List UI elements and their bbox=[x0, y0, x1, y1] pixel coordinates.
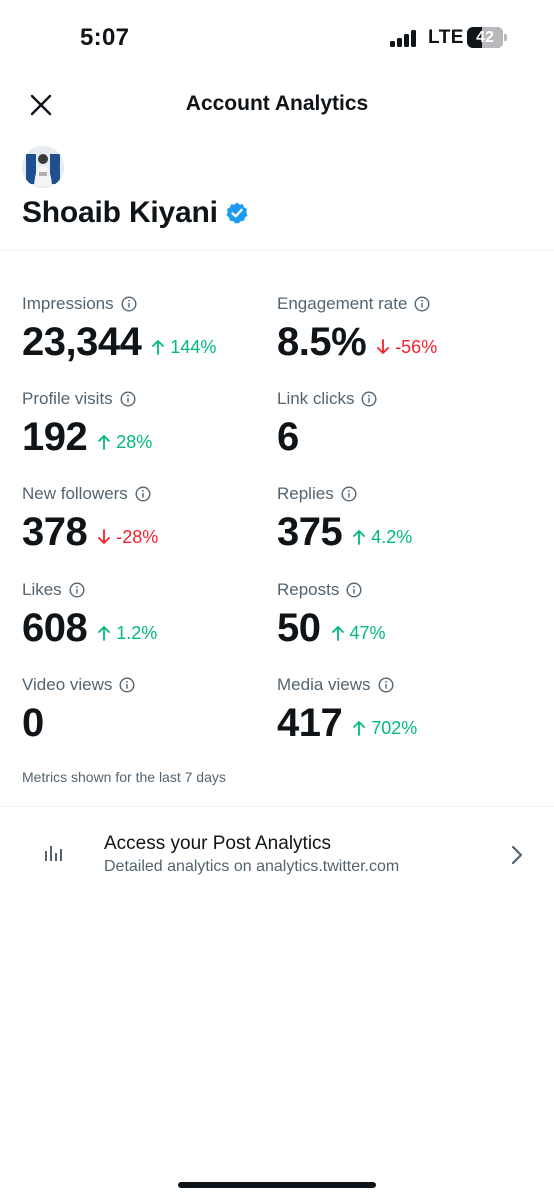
metric-label: Reposts bbox=[277, 580, 340, 599]
arrow-up-icon bbox=[98, 435, 111, 450]
verified-badge-icon bbox=[226, 202, 248, 224]
metric-new-followers: New followers 378 -28% bbox=[22, 482, 272, 572]
metric-change: 1.2% bbox=[97, 623, 157, 644]
info-icon[interactable] bbox=[414, 296, 430, 312]
metric-label: Profile visits bbox=[22, 389, 113, 408]
metric-reposts: Reposts 50 47% bbox=[277, 578, 527, 668]
metric-replies: Replies 375 4.2% bbox=[277, 482, 527, 572]
metric-change: 47% bbox=[331, 623, 386, 644]
metric-value: 192 bbox=[22, 415, 88, 459]
metric-change-value: 1.2% bbox=[116, 622, 158, 643]
metric-change-value: -28% bbox=[116, 526, 159, 547]
metric-change-value: 4.2% bbox=[371, 526, 413, 547]
info-icon[interactable] bbox=[346, 582, 362, 598]
metric-value: 0 bbox=[22, 701, 44, 745]
metric-change-value: 47% bbox=[349, 622, 386, 643]
metric-change: 28% bbox=[97, 432, 152, 453]
metric-label: Link clicks bbox=[277, 389, 355, 408]
arrow-up-icon bbox=[353, 530, 366, 545]
metric-value: 6 bbox=[277, 415, 299, 459]
arrow-down-icon bbox=[377, 339, 390, 354]
metric-media-views: Media views 417 702% bbox=[277, 673, 527, 763]
metric-value: 375 bbox=[277, 510, 343, 554]
metric-value: 8.5% bbox=[277, 320, 367, 364]
metric-label: Likes bbox=[22, 580, 62, 599]
post-analytics-title: Access your Post Analytics bbox=[104, 833, 332, 854]
profile-header: Shoaib Kiyani bbox=[22, 146, 532, 230]
nav-bar: Account Analytics bbox=[0, 76, 554, 134]
info-icon[interactable] bbox=[341, 486, 357, 502]
battery-icon: 42 bbox=[467, 27, 507, 48]
profile-name: Shoaib Kiyani bbox=[22, 196, 218, 229]
avatar[interactable] bbox=[22, 146, 64, 188]
metric-value: 378 bbox=[22, 510, 88, 554]
metrics-note: Metrics shown for the last 7 days bbox=[22, 769, 226, 785]
info-icon[interactable] bbox=[135, 486, 151, 502]
status-time: 5:07 bbox=[80, 24, 130, 51]
metric-label: Impressions bbox=[22, 294, 114, 313]
post-analytics-link[interactable]: Access your Post Analytics Detailed anal… bbox=[0, 808, 554, 900]
metric-link-clicks: Link clicks 6 bbox=[277, 387, 527, 477]
info-icon[interactable] bbox=[119, 677, 135, 693]
metric-label: Video views bbox=[22, 675, 113, 694]
battery-percent: 42 bbox=[476, 29, 494, 46]
metric-label: Media views bbox=[277, 675, 371, 694]
signal-strength-icon bbox=[390, 29, 420, 47]
network-type: LTE bbox=[428, 27, 464, 48]
metric-profile-visits: Profile visits 192 28% bbox=[22, 387, 272, 477]
metric-change-value: 144% bbox=[170, 336, 217, 357]
metric-value: 608 bbox=[22, 606, 88, 650]
metric-label: Engagement rate bbox=[277, 294, 408, 313]
home-indicator bbox=[178, 1182, 376, 1188]
arrow-up-icon bbox=[152, 340, 165, 355]
metric-change: 144% bbox=[151, 337, 216, 358]
metric-engagement-rate: Engagement rate 8.5% -56% bbox=[277, 292, 527, 382]
bar-chart-icon bbox=[45, 846, 62, 861]
chevron-right-icon bbox=[511, 845, 523, 865]
metric-label: New followers bbox=[22, 484, 128, 503]
metric-change: 702% bbox=[352, 718, 417, 739]
metric-value: 50 bbox=[277, 606, 321, 650]
metric-label: Replies bbox=[277, 484, 334, 503]
metric-change-value: 28% bbox=[116, 431, 153, 452]
metric-change-value: -56% bbox=[395, 336, 438, 357]
metric-change: -56% bbox=[376, 337, 437, 358]
metric-value: 23,344 bbox=[22, 320, 142, 364]
info-icon[interactable] bbox=[121, 296, 137, 312]
info-icon[interactable] bbox=[120, 391, 136, 407]
metric-change: 4.2% bbox=[352, 527, 412, 548]
arrow-up-icon bbox=[331, 626, 344, 641]
section-divider bbox=[0, 806, 554, 807]
arrow-down-icon bbox=[98, 529, 111, 544]
metric-video-views: Video views 0 bbox=[22, 673, 272, 763]
page-title: Account Analytics bbox=[185, 92, 369, 115]
status-bar: 5:07 LTE 42 bbox=[0, 0, 554, 76]
arrow-up-icon bbox=[98, 626, 111, 641]
info-icon[interactable] bbox=[378, 677, 394, 693]
metric-likes: Likes 608 1.2% bbox=[22, 578, 272, 668]
metric-impressions: Impressions 23,344 144% bbox=[22, 292, 272, 382]
metric-value: 417 bbox=[277, 701, 343, 745]
metric-change-value: 702% bbox=[371, 717, 418, 738]
post-analytics-subtitle: Detailed analytics on analytics.twitter.… bbox=[104, 858, 400, 875]
info-icon[interactable] bbox=[69, 582, 85, 598]
metric-change: -28% bbox=[97, 527, 158, 548]
info-icon[interactable] bbox=[361, 391, 377, 407]
section-divider bbox=[0, 250, 554, 251]
arrow-up-icon bbox=[353, 721, 366, 736]
